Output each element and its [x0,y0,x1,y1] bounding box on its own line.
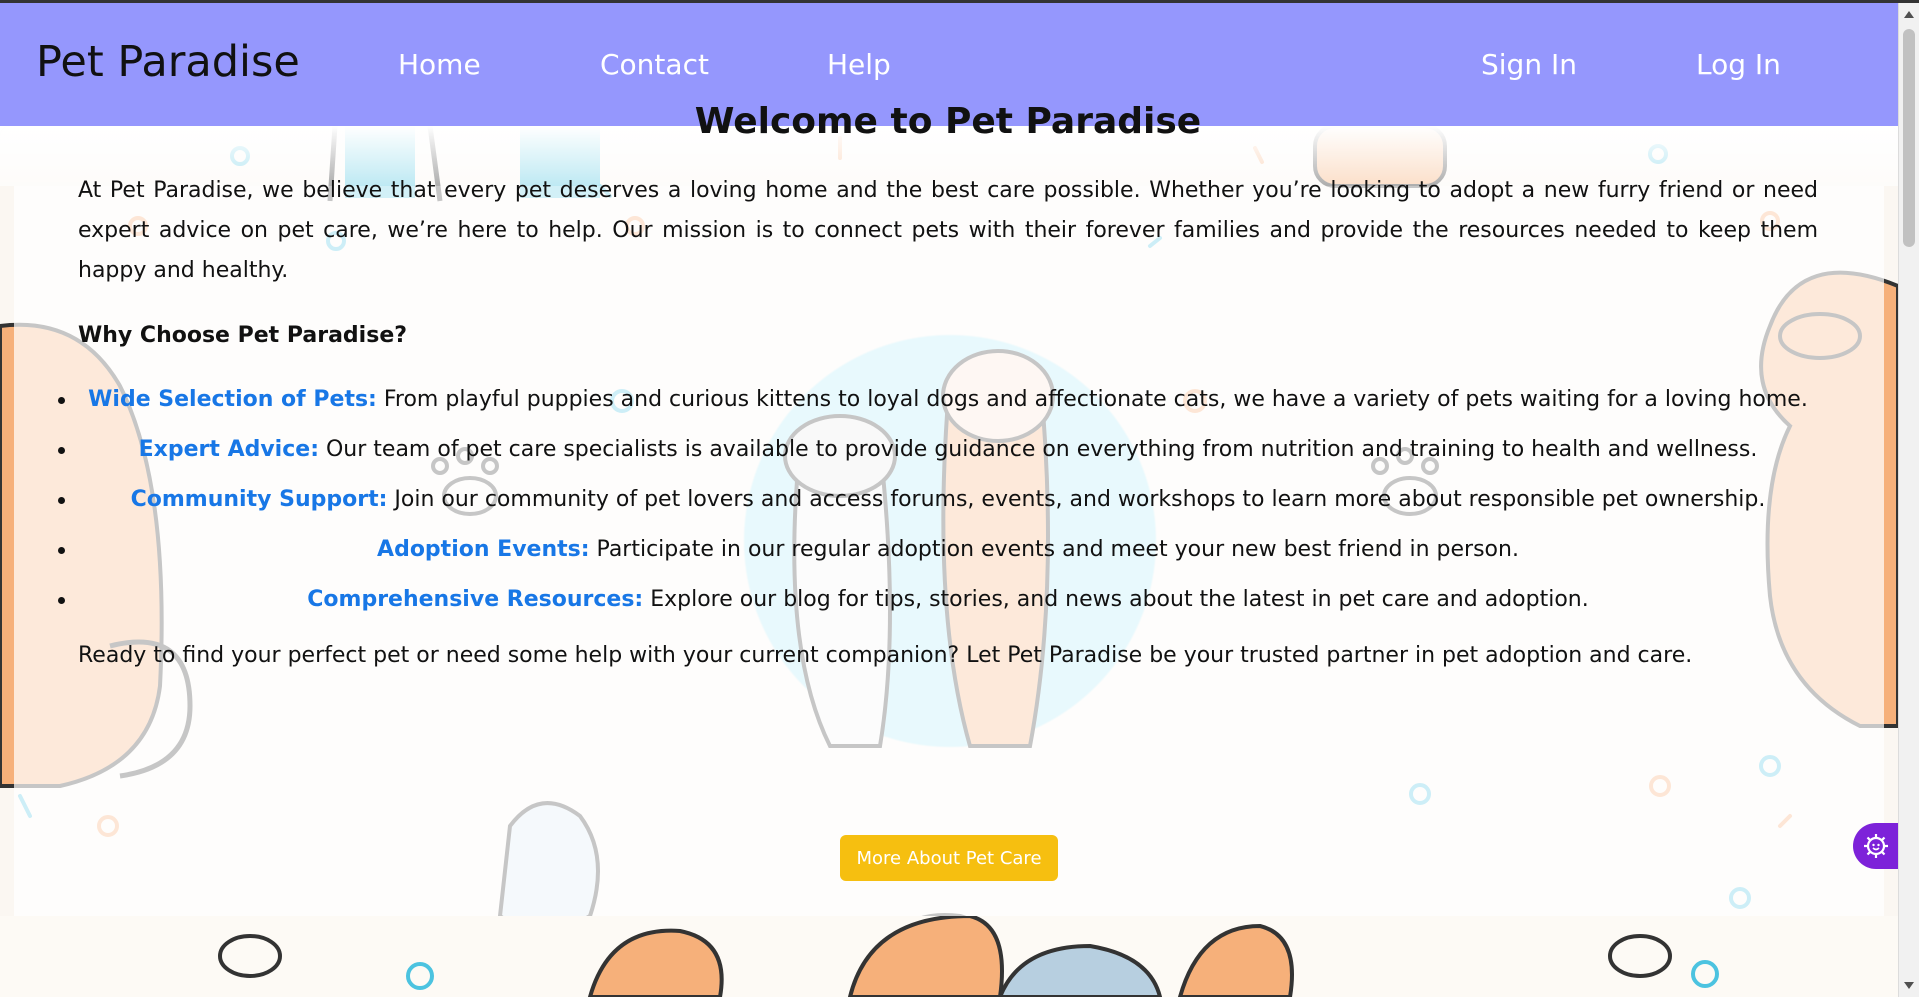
bottom-pattern-illustration [218,916,1719,997]
nav-log-in[interactable]: Log In [1696,48,1781,81]
nav-help[interactable]: Help [827,48,891,81]
feature-title: Community Support: [130,487,388,512]
nav-home[interactable]: Home [398,48,481,81]
scroll-down-arrow-icon[interactable] [1904,982,1914,989]
feature-text: Participate in our regular adoption even… [589,537,1519,562]
bullet [58,547,65,554]
gear-icon [1864,834,1888,858]
feature-title: Comprehensive Resources: [307,587,644,612]
closing-paragraph: Ready to find your perfect pet or need s… [78,643,1693,668]
intro-paragraph: At Pet Paradise, we believe that every p… [78,178,1818,283]
feature-title: Wide Selection of Pets: [88,387,377,412]
list-item: Wide Selection of Pets: From playful pup… [58,375,1818,425]
feature-text: Our team of pet care specialists is avai… [319,437,1758,462]
bullet [58,597,65,604]
feature-text: Explore our blog for tips, stories, and … [643,587,1589,612]
list-item: Comprehensive Resources: Explore our blo… [58,575,1818,625]
vertical-scrollbar[interactable] [1898,3,1919,997]
page-title: Welcome to Pet Paradise [694,101,1202,142]
scrollbar-thumb[interactable] [1903,29,1915,247]
list-item: Community Support: Join our community of… [58,475,1818,525]
feature-text: Join our community of pet lovers and acc… [387,487,1766,512]
bullet [58,447,65,454]
bullet [58,497,65,504]
feature-text: From playful puppies and curious kittens… [376,387,1808,412]
list-item: Expert Advice: Our team of pet care spec… [58,425,1818,475]
bullet [58,397,65,404]
accessibility-widget-button[interactable] [1853,823,1899,869]
features-list: Wide Selection of Pets: From playful pup… [58,375,1818,625]
scroll-up-arrow-icon[interactable] [1904,11,1914,18]
brand-logo[interactable]: Pet Paradise [36,37,300,87]
more-about-pet-care-button[interactable]: More About Pet Care [840,835,1058,881]
feature-title: Expert Advice: [138,437,319,462]
feature-title: Adoption Events: [377,537,590,562]
why-heading: Why Choose Pet Paradise? [78,323,408,348]
list-item: Adoption Events: Participate in our regu… [58,525,1818,575]
nav-contact[interactable]: Contact [600,48,709,81]
nav-sign-in[interactable]: Sign In [1481,48,1577,81]
